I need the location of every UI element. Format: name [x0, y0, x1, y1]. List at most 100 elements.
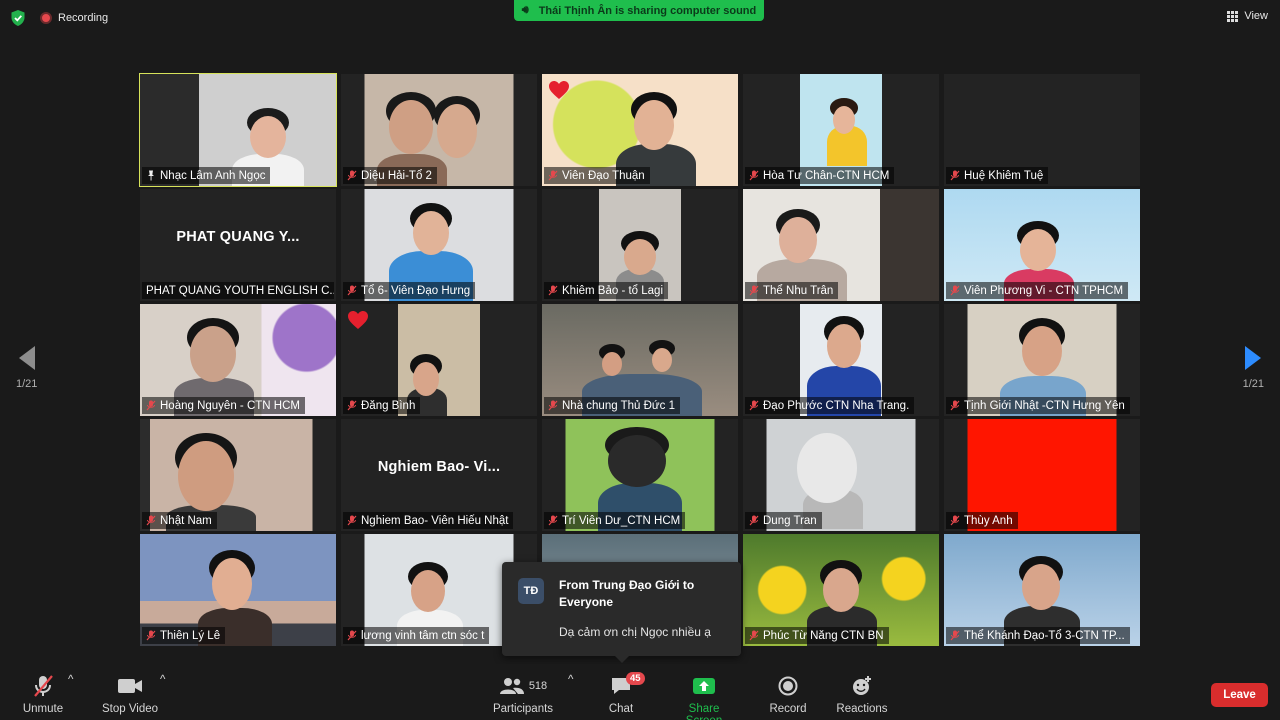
reactions-label: Reactions: [836, 703, 888, 715]
recording-label: Recording: [58, 12, 109, 24]
participant-name: Viên Đạo Thuận: [562, 169, 645, 182]
mic-muted-icon: [950, 170, 960, 181]
participants-options-caret[interactable]: ^: [568, 674, 573, 686]
participant-tile[interactable]: Tịnh Giới Nhật -CTN Hưng Yên: [944, 304, 1140, 416]
prev-page-button[interactable]: 1/21: [16, 346, 37, 390]
participant-name-label: Nhà chung Thủ Đức 1: [544, 397, 680, 414]
participant-name: Thể Nhu Trân: [763, 284, 834, 297]
participants-button[interactable]: 518 Participants: [492, 674, 554, 715]
participant-name: PHAT QUANG YOUTH ENGLISH C...: [146, 284, 334, 297]
leave-button[interactable]: Leave: [1211, 683, 1268, 707]
mic-muted-icon: [347, 400, 357, 411]
participant-tile[interactable]: Tổ 6- Viên Đạo Hưng: [341, 189, 537, 301]
participant-tile[interactable]: Đăng Bình: [341, 304, 537, 416]
participants-label: Participants: [492, 703, 554, 715]
participant-big-name: Nghiem Bao- Vi...: [377, 459, 501, 475]
record-button[interactable]: Record: [768, 674, 808, 715]
participant-tile[interactable]: Thể Nhu Trân: [743, 189, 939, 301]
participant-tile[interactable]: Phúc Từ Năng CTN BN: [743, 534, 939, 646]
sharing-sound-text: Thái Thịnh Ân is sharing computer sound: [538, 4, 757, 17]
mic-muted-icon: [548, 515, 558, 526]
participant-name: Thể Khánh Đạo-Tổ 3-CTN TP...: [964, 629, 1125, 642]
grid-view-icon: [1227, 10, 1239, 22]
participant-tile[interactable]: Nhạc Lâm Anh Ngọc: [139, 73, 337, 187]
mic-muted-icon: [347, 630, 357, 641]
chat-sender-avatar: TĐ: [518, 578, 544, 604]
heart-reaction-icon: [549, 81, 569, 99]
participant-face: [608, 435, 666, 487]
record-icon: [768, 674, 808, 698]
participant-tile[interactable]: Hoàng Nguyên - CTN HCM: [140, 304, 336, 416]
participant-face: [602, 352, 622, 376]
participant-tile[interactable]: PHAT QUANG Y... PHAT QUANG YOUTH ENGLISH …: [140, 189, 336, 301]
participant-name-label: Phúc Từ Năng CTN BN: [745, 627, 889, 644]
chat-sender-line: From Trung Đạo Giới to Everyone: [559, 578, 695, 609]
participant-tile[interactable]: Hòa Tư Chân-CTN HCM: [743, 74, 939, 186]
participant-face: [413, 362, 439, 396]
participant-tile[interactable]: Viên Phương Vi - CTN TPHCM: [944, 189, 1140, 301]
participant-name: Diệu Hải-Tổ 2: [361, 169, 432, 182]
meeting-toolbar: Unmute ^ Stop Video ^ 518 Participants ^: [0, 664, 1280, 720]
participant-face: [779, 217, 817, 263]
mic-muted-icon: [548, 400, 558, 411]
participant-name-label: Nghiem Bao- Viên Hiếu Nhật: [343, 512, 514, 529]
top-left-status: Recording: [10, 9, 108, 27]
mic-muted-icon: [22, 674, 64, 698]
shield-icon[interactable]: [10, 9, 26, 27]
mic-muted-icon: [146, 400, 156, 411]
mic-muted-icon: [548, 170, 558, 181]
participant-tile[interactable]: Khiêm Bảo - tổ Lagi: [542, 189, 738, 301]
participant-face: [250, 116, 286, 158]
mic-muted-icon: [950, 630, 960, 641]
share-screen-icon: [670, 674, 738, 698]
participant-name: Nghiem Bao- Viên Hiếu Nhật: [361, 514, 509, 527]
participant-tile[interactable]: Thể Khánh Đạo-Tổ 3-CTN TP...: [944, 534, 1140, 646]
participant-face: [411, 570, 445, 612]
sharing-sound-banner[interactable]: 🔊︎ Thái Thịnh Ân is sharing computer sou…: [514, 0, 764, 21]
participant-tile[interactable]: Nghiem Bao- Vi... Nghiem Bao- Viên Hiếu N…: [341, 419, 537, 531]
participant-tile[interactable]: Thiên Lý Lê: [140, 534, 336, 646]
view-button[interactable]: View: [1227, 10, 1268, 22]
reactions-button[interactable]: Reactions: [836, 674, 888, 715]
recording-indicator[interactable]: Recording: [40, 12, 108, 24]
participant-name-label: Thể Nhu Trân: [745, 282, 839, 299]
participant-tile[interactable]: Diệu Hải-Tổ 2: [341, 74, 537, 186]
participant-tile[interactable]: Dung Tran: [743, 419, 939, 531]
participant-face: [624, 239, 656, 275]
participant-tile[interactable]: Đạo Phước CTN Nha Trang.: [743, 304, 939, 416]
participant-name: Trí Viên Dư_CTN HCM: [562, 514, 681, 527]
participant-name: Viên Phương Vi - CTN TPHCM: [964, 284, 1124, 297]
participant-tile[interactable]: Thùy Anh: [944, 419, 1140, 531]
audio-options-caret[interactable]: ^: [68, 674, 73, 686]
participant-name: Huệ Khiêm Tuệ: [964, 169, 1044, 182]
participant-name-label: Thể Khánh Đạo-Tổ 3-CTN TP...: [946, 627, 1130, 644]
participant-tile[interactable]: Nhật Nam: [140, 419, 336, 531]
participant-tile[interactable]: Huệ Khiêm Tuệ: [944, 74, 1140, 186]
mic-muted-icon: [950, 515, 960, 526]
participant-name-label: Thiên Lý Lê: [142, 627, 226, 644]
participant-name-label: Diệu Hải-Tổ 2: [343, 167, 437, 184]
participant-tile[interactable]: Trí Viên Dư_CTN HCM: [542, 419, 738, 531]
video-camera-icon: [100, 674, 160, 698]
chat-notification[interactable]: TĐ From Trung Đạo Giới to Everyone Dạ cả…: [502, 562, 741, 663]
reactions-smiley-icon: [836, 674, 888, 698]
participant-name: Phúc Từ Năng CTN BN: [763, 629, 884, 642]
participant-face: [389, 100, 433, 154]
share-screen-button[interactable]: Share Screen: [670, 674, 738, 720]
unmute-button[interactable]: Unmute: [22, 674, 64, 715]
participant-tile[interactable]: Viên Đạo Thuận: [542, 74, 738, 186]
stop-video-button[interactable]: Stop Video: [100, 674, 160, 715]
mic-muted-icon: [146, 515, 156, 526]
share-screen-label: Share Screen: [686, 703, 722, 720]
participant-name: Thiên Lý Lê: [160, 629, 221, 642]
video-options-caret[interactable]: ^: [160, 674, 165, 686]
next-page-button[interactable]: 1/21: [1243, 346, 1264, 390]
participant-name: Thùy Anh: [964, 514, 1013, 527]
participant-name: Khiêm Bảo - tổ Lagi: [562, 284, 664, 297]
arrow-right-icon: [1245, 346, 1262, 370]
participant-tile[interactable]: Nhà chung Thủ Đức 1: [542, 304, 738, 416]
participant-face: [823, 568, 859, 612]
chat-button[interactable]: 45 Chat: [606, 672, 645, 715]
mic-muted-icon: [146, 630, 156, 641]
participant-name: lương vinh tâm ctn sóc t: [361, 629, 485, 642]
